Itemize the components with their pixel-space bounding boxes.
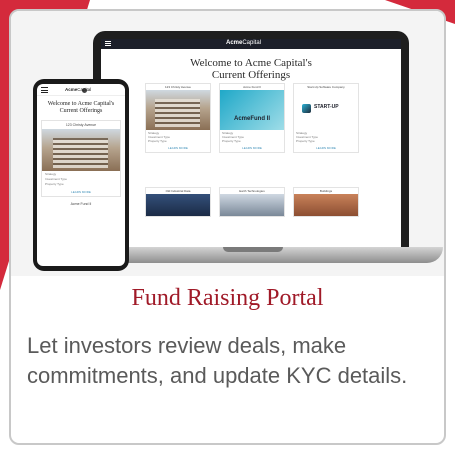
- laptop-screen: AcmeCapital Welcome to Acme Capital's Cu…: [101, 39, 401, 249]
- portal-title: Fund Raising Portal: [131, 285, 324, 311]
- building-image: [146, 90, 210, 130]
- learn-more-link[interactable]: LEARN MORE: [220, 144, 284, 152]
- startup-logo-icon: [302, 104, 311, 113]
- feature-card[interactable]: AcmeCapital Welcome to Acme Capital's Cu…: [9, 9, 446, 445]
- laptop-header: AcmeCapital: [101, 39, 401, 49]
- learn-more-link[interactable]: LEARN MORE: [294, 144, 358, 152]
- offering-meta: Strategy Investment Type Property Type: [45, 172, 67, 186]
- offering-card[interactable]: 123 Christy Avenue Strategy Investment T…: [41, 120, 121, 197]
- menu-icon: [41, 87, 48, 93]
- phone-header: AcmeCapital: [37, 84, 125, 96]
- offering-image: [146, 194, 210, 216]
- next-offering-name: Acme Fund II: [70, 202, 92, 206]
- laptop-offering-grid: 123 Christy Avenue Strategy Investment T…: [145, 83, 360, 249]
- startup-logo-image: START-UP: [294, 90, 358, 130]
- offering-image: [294, 194, 358, 216]
- phone-screen: AcmeCapital Welcome to Acme Capital's Cu…: [37, 84, 125, 266]
- laptop-device: AcmeCapital Welcome to Acme Capital's Cu…: [93, 31, 409, 249]
- fund-logo-image: AcmeFund II: [220, 90, 284, 130]
- menu-icon: [105, 41, 111, 46]
- phone-page-title: Welcome to Acme Capital's Current Offeri…: [47, 101, 115, 114]
- laptop-brand: AcmeCapital: [226, 40, 262, 46]
- laptop-notch: [223, 247, 283, 252]
- offering-meta: Strategy Investment Type Property Type: [222, 131, 244, 143]
- offering-meta: Strategy Investment Type Property Type: [296, 131, 318, 143]
- building-image: [42, 129, 120, 171]
- phone-device: AcmeCapital Welcome to Acme Capital's Cu…: [33, 79, 129, 271]
- laptop-page-title: Welcome to Acme Capital's Current Offeri…: [190, 57, 312, 81]
- offering-card[interactable]: Earth Technologies: [219, 187, 285, 217]
- offering-card[interactable]: Old Industrial Data: [145, 187, 211, 217]
- learn-more-link[interactable]: LEARN MORE: [146, 144, 210, 152]
- offering-card[interactable]: 123 Christy Avenue Strategy Investment T…: [145, 83, 211, 153]
- learn-more-link[interactable]: LEARN MORE: [42, 188, 120, 196]
- offering-card[interactable]: Start-Up Software Company START-UP Strat…: [293, 83, 359, 153]
- portal-description: Let investors review deals, make commitm…: [27, 333, 408, 388]
- offering-card[interactable]: Acme Fund II AcmeFund II Strategy Invest…: [219, 83, 285, 153]
- offering-name: 123 Christy Avenue: [65, 123, 97, 127]
- offering-card[interactable]: Buildings: [293, 187, 359, 217]
- offering-meta: Strategy Investment Type Property Type: [148, 131, 170, 143]
- phone-brand: AcmeCapital: [65, 87, 92, 92]
- device-preview: AcmeCapital Welcome to Acme Capital's Cu…: [11, 11, 444, 276]
- offering-image: [220, 194, 284, 216]
